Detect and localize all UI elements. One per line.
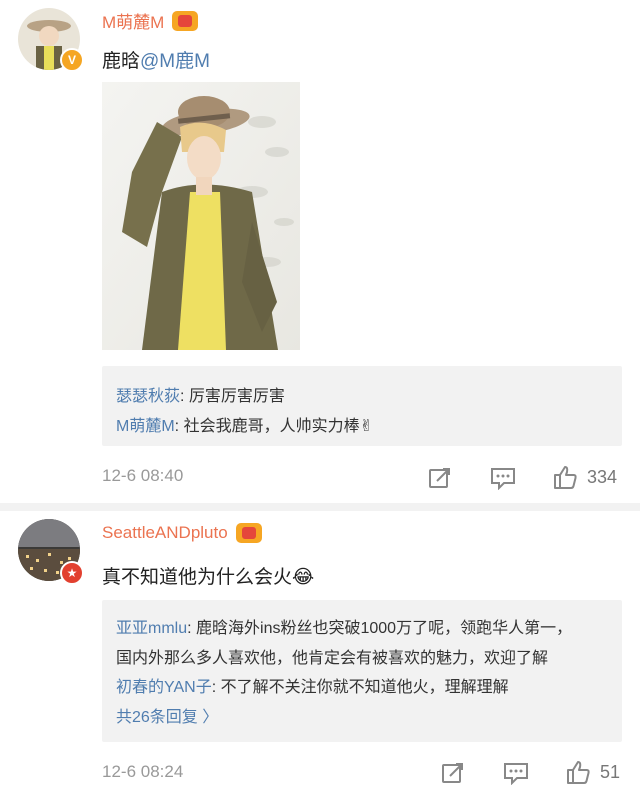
verified-badge-icon: V [60,48,84,72]
weibo-post: V M萌麓M 鹿晗@M鹿M 瑟瑟秋荻: 厉害厉害厉害 M萌麓M: 社会我鹿哥，人… [0,0,640,505]
commenter-name[interactable]: 亚亚mmlu [116,620,187,637]
vip-crown-icon [172,10,199,31]
repost-icon[interactable] [441,761,465,790]
like-icon[interactable] [565,759,591,790]
username-text[interactable]: M萌麓M [102,8,164,33]
more-replies-link[interactable]: 共26条回复 〉 [116,703,218,727]
comment-sep: : [211,679,221,696]
post-time: 12-6 08:24 [102,762,184,781]
comment-line: 瑟瑟秋荻: 厉害厉害厉害 [116,382,285,406]
username[interactable]: SeattleANDpluto [102,523,262,543]
post-text: 真不知道他为什么会火😂 [102,567,315,588]
weibo-post: ★ SeattleANDpluto 真不知道他为什么会火😂 亚亚mmlu: 鹿晗… [0,505,640,795]
comment-preview[interactable]: 亚亚mmlu: 鹿晗海外ins粉丝也突破1000万了呢，领跑华人第一， 国内外那… [102,600,622,742]
comment-text: 不了解不关注你就不知道他火，理解理解 [220,679,509,696]
like-count: 334 [587,467,618,487]
comment-text: 社会我鹿哥，人帅实力棒✌ [183,418,373,435]
post-photo[interactable] [102,82,300,350]
like-icon[interactable] [552,464,578,495]
comment-sep: : [180,388,189,405]
post-text: 鹿晗@M鹿M [102,46,210,73]
comment-line: 初春的YAN子: 不了解不关注你就不知道他火，理解理解 [116,673,509,697]
comment-sep: : [174,418,184,435]
comment-icon[interactable] [490,466,516,495]
post-time: 12-6 08:40 [102,466,184,485]
repost-icon[interactable] [428,466,452,495]
comment-line: 国内外那么多人喜欢他，他肯定会有被喜欢的魅力，欢迎了解 [116,644,548,668]
comment-sep: : [187,620,197,637]
comment-line: M萌麓M: 社会我鹿哥，人帅实力棒✌ [116,412,373,436]
like-count: 51 [600,762,621,782]
username-text[interactable]: SeattleANDpluto [102,523,228,543]
commenter-name[interactable]: 瑟瑟秋荻 [116,388,180,405]
comment-text: 国内外那么多人喜欢他，他肯定会有被喜欢的魅力，欢迎了解 [116,650,549,667]
post-text-prefix: 鹿晗 [102,51,141,72]
comment-text: 鹿晗海外ins粉丝也突破1000万了呢，领跑华人第一， [196,620,573,637]
comment-line: 亚亚mmlu: 鹿晗海外ins粉丝也突破1000万了呢，领跑华人第一， [116,614,572,638]
commenter-name[interactable]: 初春的YAN子 [116,679,212,696]
commenter-name[interactable]: M萌麓M [116,418,175,435]
comment-text: 厉害厉害厉害 [188,388,285,405]
comment-preview[interactable]: 瑟瑟秋荻: 厉害厉害厉害 M萌麓M: 社会我鹿哥，人帅实力棒✌ [102,366,622,446]
mention-link[interactable]: @M鹿M [140,51,210,72]
username[interactable]: M萌麓M [102,8,199,33]
comment-icon[interactable] [503,761,529,790]
star-badge-icon: ★ [60,561,84,585]
vip-crown-icon [235,523,262,543]
